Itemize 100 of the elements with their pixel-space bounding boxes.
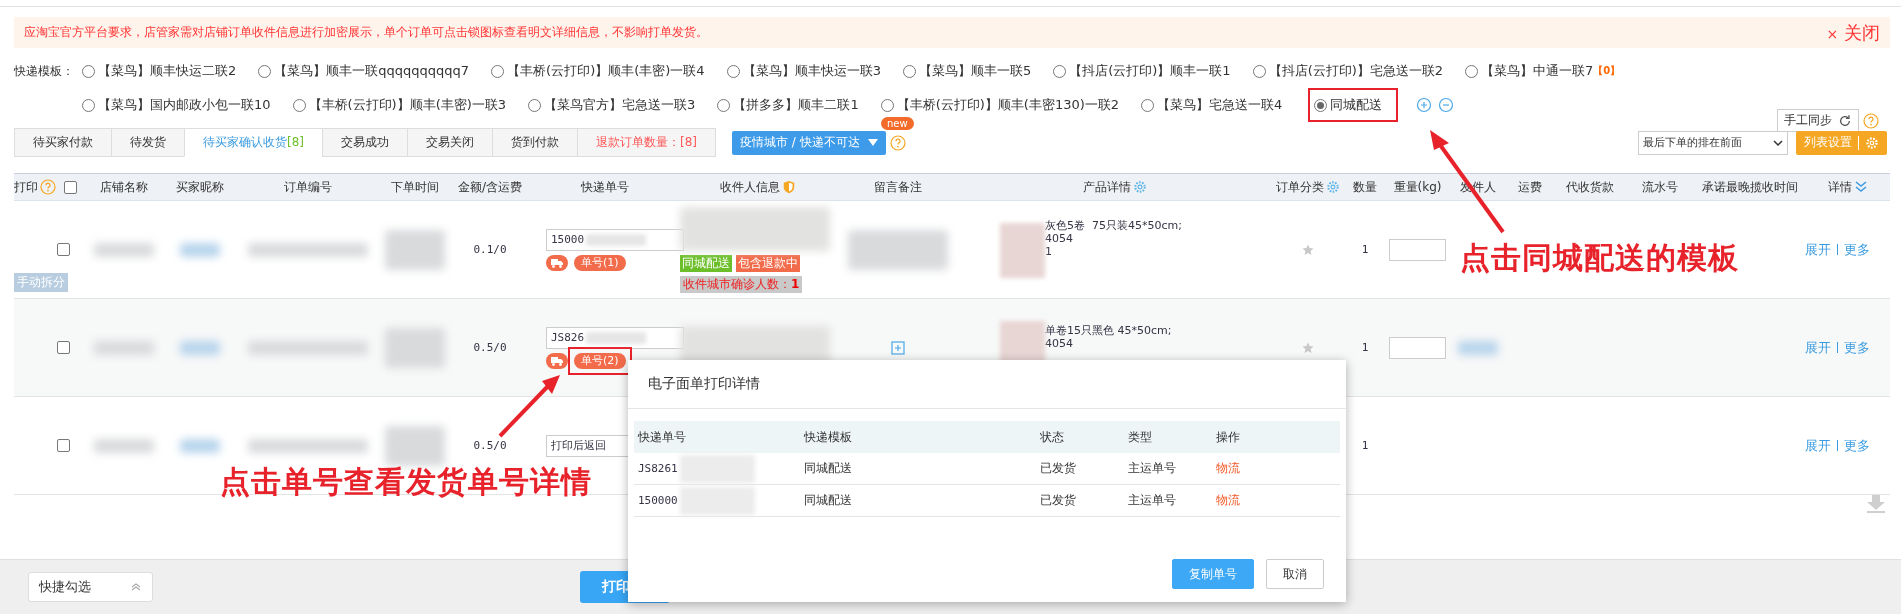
shield-icon[interactable] bbox=[781, 180, 796, 194]
template-radio[interactable]: 【丰桥(云打印)】顺丰(丰密)一联3 bbox=[292, 96, 507, 114]
add-note-icon[interactable] bbox=[890, 340, 905, 355]
template-radio[interactable]: 【菜鸟】顺丰一联qqqqqqqqqq7 bbox=[258, 62, 470, 80]
help-icon[interactable] bbox=[40, 179, 56, 195]
row-checkbox[interactable] bbox=[57, 341, 70, 354]
download-icon[interactable] bbox=[1866, 494, 1886, 514]
truck-icon[interactable] bbox=[546, 254, 568, 271]
product-text: 单卷15只黑色 45*50cm; bbox=[1045, 323, 1172, 337]
weight-input[interactable] bbox=[1389, 238, 1446, 261]
quick-select-dropdown[interactable]: 快捷勾选 bbox=[28, 572, 153, 602]
quantity-text: 1 bbox=[1361, 341, 1369, 354]
quantity-text: 1 bbox=[1361, 439, 1369, 452]
notice-text: 应淘宝官方平台要求，店管家需对店铺订单收件信息进行加密展示，单个订单可点击锁图标查看明文详细信息，不影响打单发货。 bbox=[24, 24, 708, 41]
column-header: 重量(kg) bbox=[1393, 178, 1442, 196]
settings-icon[interactable] bbox=[1325, 180, 1340, 194]
column-header: 订单编号 bbox=[283, 178, 332, 196]
template-count: 【0】 bbox=[1593, 64, 1621, 78]
product-text: 灰色5卷 75只装45*50cm; bbox=[1045, 219, 1182, 232]
column-header: 订单分类 bbox=[1275, 178, 1324, 196]
star-icon[interactable] bbox=[1301, 243, 1314, 256]
column-header: 店铺名称 bbox=[99, 178, 148, 196]
template-radio[interactable]: 【丰桥(云打印)】顺丰(丰密)一联4 bbox=[491, 62, 705, 80]
column-header: 快递单号 bbox=[581, 178, 629, 196]
template-radio[interactable]: 【菜鸟】顺丰快运一联3 bbox=[726, 62, 881, 80]
caret-down-icon bbox=[867, 138, 878, 147]
blurred-block bbox=[385, 229, 445, 270]
row-checkbox[interactable] bbox=[57, 243, 70, 256]
product-text: 4054 bbox=[1045, 232, 1074, 245]
settings-icon[interactable] bbox=[1133, 180, 1147, 194]
product-text: 4054 bbox=[1045, 336, 1074, 350]
remove-circle-icon[interactable] bbox=[1438, 97, 1455, 113]
template-radio[interactable]: 【抖店(云打印)】宅急送一联2 bbox=[1252, 62, 1444, 80]
cases-tag: 收件城市确诊人数：1 bbox=[680, 275, 803, 293]
column-header: 流水号 bbox=[1642, 178, 1678, 196]
sort-select[interactable]: 最后下单的排在前面 bbox=[1638, 130, 1788, 155]
column-header: 数量 bbox=[1353, 178, 1377, 196]
product-text: 1 bbox=[1045, 245, 1053, 258]
blurred-block bbox=[180, 438, 220, 453]
new-badge: new bbox=[881, 116, 914, 130]
status-tag: 同城配送 bbox=[680, 254, 732, 272]
tab[interactable]: 待买家付款 bbox=[14, 128, 111, 157]
logistics-link[interactable]: 物流 bbox=[1216, 461, 1240, 475]
template-radio[interactable]: 【菜鸟】顺丰一联5 bbox=[902, 62, 1032, 80]
column-header: 类型 bbox=[1128, 428, 1153, 446]
sync-button[interactable]: 手工同步 bbox=[1777, 109, 1859, 132]
template-radio[interactable]: 【菜鸟】中通一联7 bbox=[1465, 62, 1594, 80]
column-header: 快递模板 bbox=[804, 428, 853, 446]
annotation-text: 点击单号查看发货单号详情 bbox=[220, 463, 592, 501]
column-header: 操作 bbox=[1216, 428, 1241, 446]
logistics-link[interactable]: 物流 bbox=[1216, 493, 1240, 507]
settings-icon bbox=[1865, 135, 1879, 150]
chevron-down-icon bbox=[1773, 137, 1783, 148]
amount-text: 0.5/0 bbox=[473, 341, 507, 354]
blurred-block bbox=[93, 242, 154, 257]
tab[interactable]: 货到付款 bbox=[492, 128, 577, 157]
blurred-block bbox=[180, 340, 220, 355]
tab[interactable]: 交易关闭 bbox=[407, 128, 492, 157]
template-radio[interactable]: 【菜鸟】国内邮政小包一联10 bbox=[82, 96, 271, 114]
column-header: 承诺最晚揽收时间 bbox=[1702, 178, 1798, 196]
star-icon[interactable] bbox=[1301, 341, 1314, 354]
table-cell-text: 同城配送 bbox=[804, 460, 853, 477]
template-radio[interactable]: 【菜鸟】顺丰快运二联2 bbox=[82, 62, 237, 80]
template-radio[interactable]: 【菜鸟】宅急送一联4 bbox=[1141, 96, 1283, 114]
column-header: 详情 bbox=[1827, 178, 1852, 196]
blurred-block bbox=[93, 438, 154, 453]
table-cell-text: 主运单号 bbox=[1128, 492, 1177, 509]
annotation-arrow bbox=[498, 375, 560, 438]
template-radio[interactable]: 【拼多多】顺丰二联1 bbox=[717, 96, 859, 114]
truck-icon[interactable] bbox=[546, 352, 568, 369]
table-cell-text: 已发货 bbox=[1040, 460, 1077, 477]
template-radio[interactable]: 同城配送 bbox=[1314, 96, 1383, 114]
select-all-checkbox[interactable] bbox=[64, 180, 77, 194]
column-header: 下单时间 bbox=[391, 178, 439, 196]
tracking-input[interactable]: 15000 bbox=[546, 228, 684, 251]
tab[interactable]: 待发货 bbox=[111, 128, 184, 157]
status-tag: 包含退款中 bbox=[736, 254, 800, 272]
template-radio[interactable]: 【抖店(云打印)】顺丰一联1 bbox=[1053, 62, 1231, 80]
help-icon[interactable] bbox=[1863, 112, 1879, 129]
template-radio[interactable]: 【菜鸟官方】宅急送一联3 bbox=[528, 96, 696, 114]
tab[interactable]: 交易成功 bbox=[322, 128, 407, 157]
column-header: 打印 bbox=[14, 178, 38, 196]
weight-input[interactable] bbox=[1389, 336, 1446, 359]
blurred-block bbox=[385, 327, 445, 368]
table-cell: 150000 bbox=[638, 494, 678, 507]
amount-text: 0.5/0 bbox=[473, 439, 507, 452]
annotation-text: 点击同城配送的模板 bbox=[1460, 239, 1739, 277]
template-label: 快递模板： bbox=[14, 62, 75, 80]
row-checkbox[interactable] bbox=[57, 439, 70, 452]
blurred-block bbox=[93, 340, 154, 355]
double-chevron-icon[interactable] bbox=[1853, 180, 1868, 194]
column-header: 买家昵称 bbox=[176, 178, 224, 196]
help-icon[interactable] bbox=[889, 134, 906, 151]
dialog-button[interactable]: 取消 bbox=[1266, 559, 1324, 589]
column-header: 金额/含运费 bbox=[457, 178, 522, 196]
product-thumbnail bbox=[1000, 223, 1045, 278]
column-header: 代收货款 bbox=[1566, 178, 1614, 196]
add-circle-icon[interactable] bbox=[1416, 97, 1433, 113]
template-radio[interactable]: 【丰桥(云打印)】顺丰(丰密130)一联2 bbox=[880, 96, 1120, 114]
table-cell: JS8261 bbox=[638, 462, 678, 475]
